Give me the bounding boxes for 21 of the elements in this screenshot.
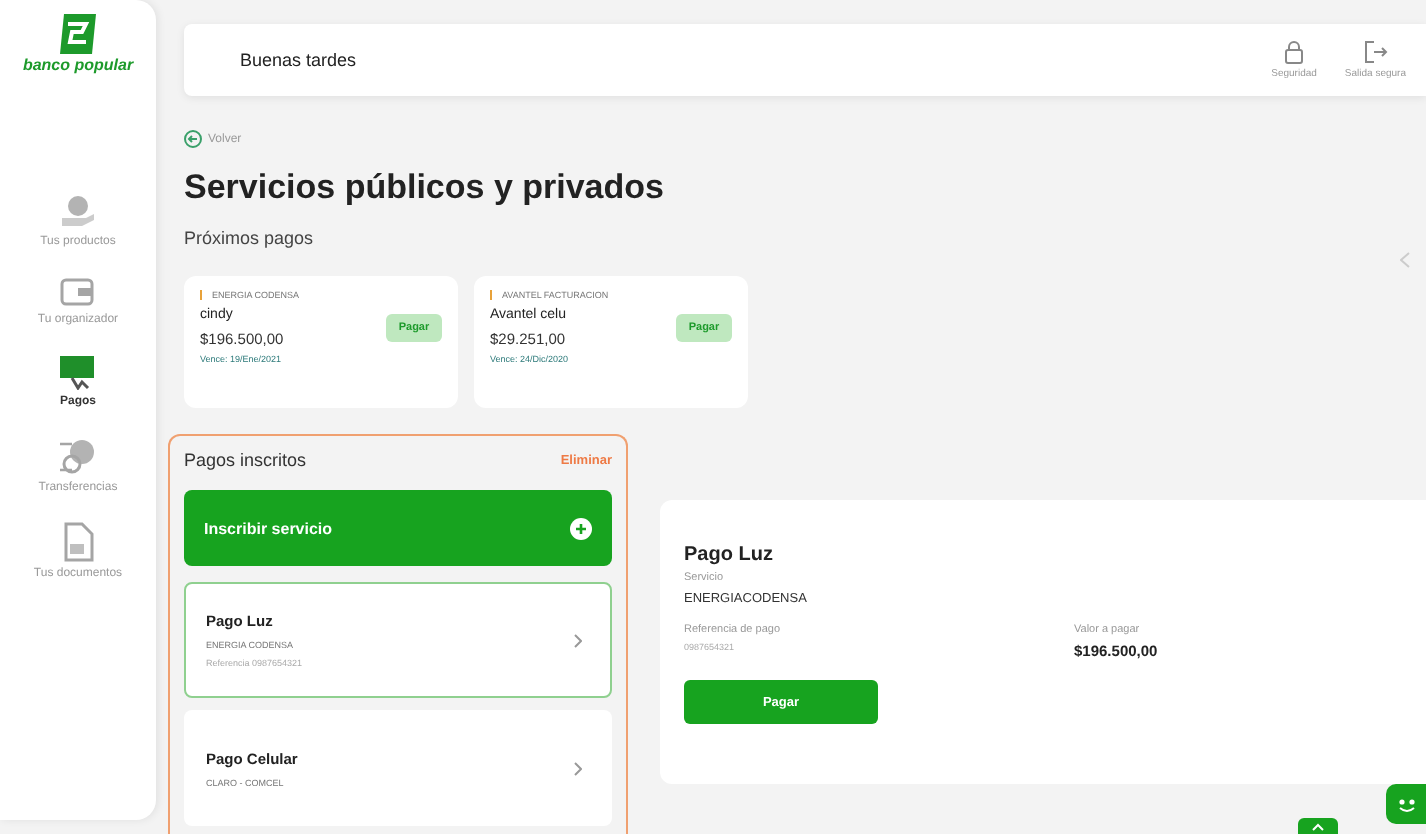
- coin-hand-icon: [57, 194, 98, 230]
- document-icon: [61, 522, 94, 562]
- back-arrow-icon: [184, 130, 202, 148]
- chevron-right-icon: [574, 761, 582, 775]
- chat-bubble-icon[interactable]: [1386, 784, 1426, 824]
- chevron-right-icon: [574, 633, 582, 647]
- page-title: Servicios públicos y privados: [184, 168, 666, 208]
- screen-cursor-icon: [58, 354, 98, 390]
- lock-icon: [1284, 40, 1305, 64]
- enroll-service-button[interactable]: Inscribir servicio: [184, 490, 612, 566]
- wallet-icon: [59, 276, 96, 308]
- logout-icon: [1363, 40, 1388, 64]
- scroll-up-icon[interactable]: [1298, 818, 1338, 834]
- logo-text: banco popular: [22, 56, 134, 74]
- plus-circle-icon: [570, 517, 592, 539]
- section-heading: Pagos inscritos: [184, 450, 307, 470]
- logo-icon: [56, 12, 100, 56]
- section-heading: Próximos pagos: [184, 228, 316, 248]
- greeting-text: Buenas tardes: [240, 50, 357, 70]
- coins-arrows-icon: [58, 436, 98, 476]
- detail-title: Pago Luz: [684, 544, 775, 566]
